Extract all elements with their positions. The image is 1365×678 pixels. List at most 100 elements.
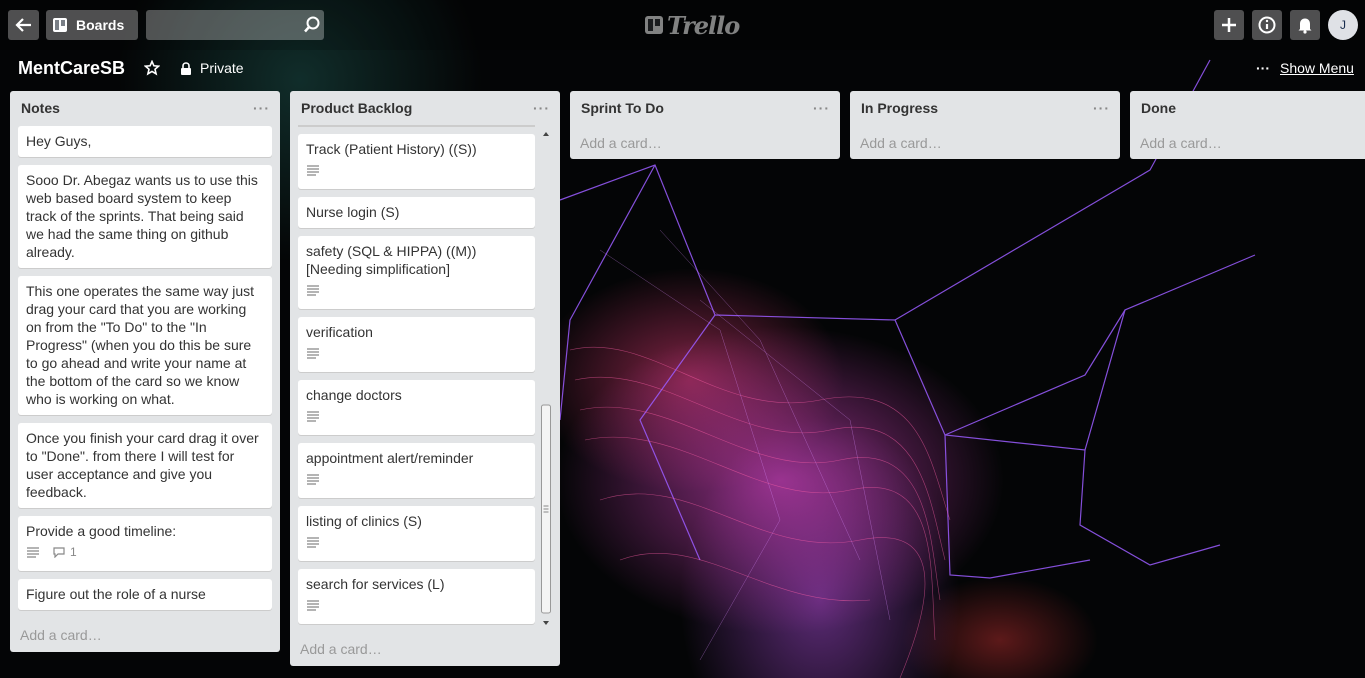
list-title: In Progress — [861, 100, 939, 116]
avatar[interactable]: J — [1328, 10, 1358, 40]
card-badges: 1 — [26, 544, 264, 560]
logo-text: Trello — [667, 10, 740, 40]
list-in-progress: In Progress ··· Add a card… — [850, 91, 1120, 159]
card-title: Provide a good timeline: — [26, 523, 177, 539]
add-card-link[interactable]: Add a card… — [850, 135, 952, 151]
list-menu-icon[interactable]: ··· — [533, 100, 550, 116]
description-icon — [307, 600, 319, 611]
add-card-link[interactable]: Add a card… — [10, 627, 112, 643]
list-header[interactable]: Sprint To Do ··· — [570, 91, 840, 125]
card-title: verification — [306, 324, 373, 340]
add-button[interactable] — [1214, 10, 1244, 40]
card-title: Once you finish your card drag it over t… — [26, 430, 259, 500]
card-badges — [306, 597, 527, 613]
scroll-up-arrow-icon — [543, 132, 549, 136]
visibility-label: Private — [200, 60, 244, 76]
card-title: This one operates the same way just drag… — [26, 283, 255, 407]
list-card[interactable]: search for services (L) — [298, 569, 535, 624]
list-card[interactable]: verification — [298, 317, 535, 372]
list-card[interactable]: Sooo Dr. Abegaz wants us to use this web… — [18, 165, 272, 268]
card-title: Track (Patient History) ((S)) — [306, 141, 477, 157]
list-menu-icon[interactable]: ··· — [1093, 100, 1110, 116]
description-icon — [307, 348, 319, 359]
list-card[interactable]: Once you finish your card drag it over t… — [18, 423, 272, 508]
list-product-backlog: Product Backlog ··· Track (Patient Histo… — [290, 91, 560, 666]
list-card[interactable]: safety (SQL & HIPPA) ((M)) [Needing simp… — [298, 236, 535, 309]
card-title: appointment alert/reminder — [306, 450, 474, 466]
card-title: Nurse login (S) — [306, 204, 400, 220]
card-badges — [306, 408, 527, 424]
comment-badge: 1 — [52, 543, 77, 561]
description-icon — [27, 547, 39, 558]
list-header[interactable]: Done — [1130, 91, 1365, 125]
card-title: safety (SQL & HIPPA) ((M)) [Needing simp… — [306, 243, 477, 277]
list-card[interactable]: Track (Patient History) ((S)) — [298, 134, 535, 189]
scroll-down-arrow-icon — [543, 621, 549, 625]
visibility-button[interactable]: Private — [180, 60, 244, 76]
list-card[interactable]: Nurse login (S) — [298, 197, 535, 228]
list-card[interactable]: change doctors — [298, 380, 535, 435]
list-title: Notes — [21, 100, 60, 116]
add-card-link[interactable]: Add a card… — [290, 641, 392, 657]
description-icon — [307, 411, 319, 422]
card-title: Sooo Dr. Abegaz wants us to use this web… — [26, 172, 258, 260]
bell-icon — [1298, 18, 1312, 34]
list-title: Product Backlog — [301, 100, 413, 116]
search-input[interactable] — [146, 10, 324, 40]
description-icon — [307, 285, 319, 296]
board-title[interactable]: MentCareSB — [18, 58, 125, 79]
list-card[interactable]: Provide a good timeline: 1 — [18, 516, 272, 571]
boards-icon — [53, 18, 67, 32]
list-card[interactable]: Figure out the role of a nurse — [18, 579, 272, 610]
description-icon — [307, 537, 319, 548]
description-icon — [307, 165, 319, 176]
back-button[interactable] — [8, 10, 39, 40]
card-badges — [306, 534, 527, 550]
trello-logo[interactable]: Trello — [645, 10, 740, 40]
list-menu-icon[interactable]: ··· — [813, 100, 830, 116]
card-edge — [298, 125, 535, 127]
list-card[interactable]: Hey Guys, — [18, 126, 272, 157]
list-scrollbar[interactable] — [539, 127, 553, 631]
show-menu-button[interactable]: ··· Show Menu — [1256, 60, 1354, 76]
card-title: change doctors — [306, 387, 402, 403]
card-badges — [306, 471, 527, 487]
card-badges — [306, 162, 527, 178]
add-card-link[interactable]: Add a card… — [570, 135, 672, 151]
list-sprint-to-do: Sprint To Do ··· Add a card… — [570, 91, 840, 159]
info-button[interactable] — [1252, 10, 1282, 40]
add-card-link[interactable]: Add a card… — [1130, 135, 1232, 151]
list-notes: Notes ··· Hey Guys, Sooo Dr. Abegaz want… — [10, 91, 280, 652]
list-header[interactable]: Product Backlog ··· — [290, 91, 560, 125]
card-title: search for services (L) — [306, 576, 445, 592]
list-title: Sprint To Do — [581, 100, 664, 116]
card-badges — [306, 282, 527, 298]
list-done: Done Add a card… — [1130, 91, 1365, 159]
list-header[interactable]: Notes ··· — [10, 91, 280, 125]
back-arrow-icon — [14, 18, 31, 32]
list-card[interactable]: appointment alert/reminder — [298, 443, 535, 498]
list-card[interactable]: This one operates the same way just drag… — [18, 276, 272, 415]
comment-icon — [53, 547, 65, 558]
notifications-button[interactable] — [1290, 10, 1320, 40]
description-icon — [307, 474, 319, 485]
search-icon[interactable] — [302, 15, 322, 35]
boards-label: Boards — [76, 17, 125, 33]
top-bar: Boards Trello J — [0, 0, 1365, 50]
card-title: listing of clinics (S) — [306, 513, 422, 529]
list-card[interactable]: listing of clinics (S) — [298, 506, 535, 561]
card-badges — [306, 345, 527, 361]
lock-icon — [181, 61, 191, 75]
card-title: Figure out the role of a nurse — [26, 586, 206, 602]
list-menu-icon[interactable]: ··· — [253, 100, 270, 116]
list-header[interactable]: In Progress ··· — [850, 91, 1120, 125]
list-title: Done — [1141, 100, 1176, 116]
boards-button[interactable]: Boards — [46, 10, 138, 40]
card-title: Hey Guys, — [26, 133, 92, 149]
star-icon[interactable] — [144, 60, 160, 76]
info-icon — [1258, 16, 1276, 34]
plus-icon — [1222, 18, 1236, 32]
menu-dots-icon: ··· — [1256, 60, 1270, 76]
comment-count: 1 — [70, 545, 77, 559]
show-menu-label: Show Menu — [1280, 60, 1354, 76]
